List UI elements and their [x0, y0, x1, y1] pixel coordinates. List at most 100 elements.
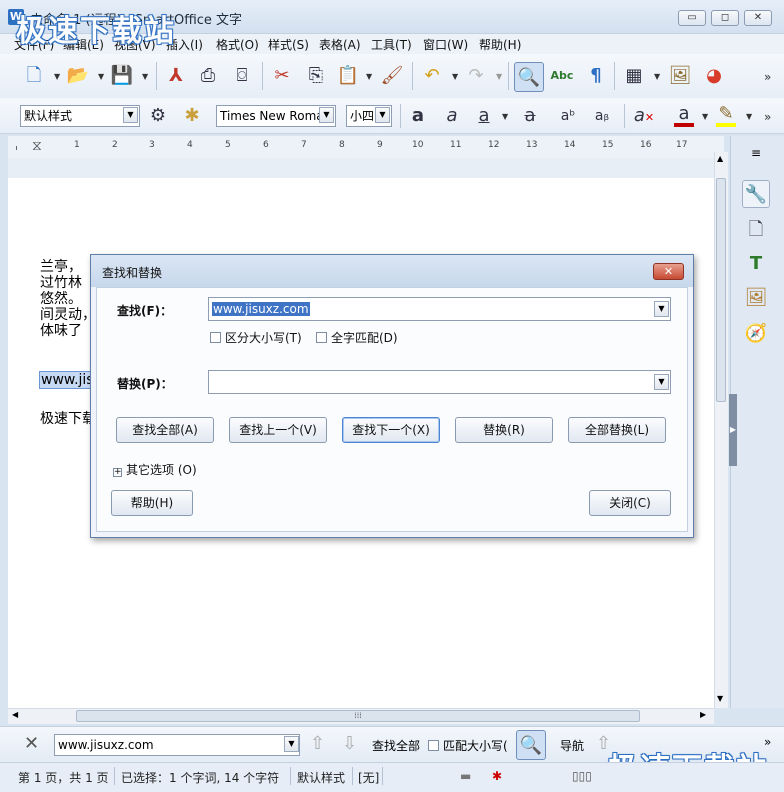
find-input[interactable]: www.jisuxz.com: [208, 297, 671, 321]
find-replace-icon[interactable]: 🔍: [514, 62, 544, 92]
subscript-icon[interactable]: aᵦ: [590, 104, 614, 128]
insert-chart-icon[interactable]: ◕: [702, 64, 726, 88]
navigator-icon[interactable]: 🧭: [742, 320, 770, 348]
chevron-down-icon[interactable]: ▼: [654, 374, 669, 390]
superscript-icon[interactable]: aᵇ: [556, 104, 580, 128]
language-status[interactable]: [无]: [358, 769, 379, 786]
chevron-down-icon[interactable]: ▼: [54, 72, 60, 81]
insert-image-icon[interactable]: 🖼: [668, 64, 692, 88]
scroll-down-icon[interactable]: ▼: [717, 694, 723, 703]
find-all-button[interactable]: 查找全部(A): [116, 417, 214, 443]
save-icon[interactable]: 💾: [110, 64, 134, 88]
ruler-tab-stop[interactable]: [16, 146, 17, 150]
horizontal-scroll-thumb[interactable]: ⁞⁞⁞: [76, 710, 640, 722]
chevron-down-icon[interactable]: ▼: [654, 72, 660, 81]
help-button[interactable]: 帮助(H): [111, 490, 193, 516]
close-dialog-button[interactable]: 关闭(C): [589, 490, 671, 516]
print-icon[interactable]: ⎙: [196, 64, 220, 88]
other-options-expander[interactable]: + 其它选项 (O): [113, 461, 197, 478]
chevron-down-icon[interactable]: ▼: [496, 72, 502, 81]
menu-window[interactable]: 窗口(W): [423, 36, 468, 53]
strikethrough-icon[interactable]: a: [518, 104, 542, 128]
horizontal-ruler[interactable]: ⧖ 1 2 3 4 5 6 7 8 9 10 11 12 13 14 15 16…: [8, 136, 724, 158]
find-toolbar-input[interactable]: www.jisuxz.com: [54, 734, 300, 756]
chevron-down-icon[interactable]: ▼: [123, 107, 138, 123]
copy-icon[interactable]: ⎘: [304, 64, 328, 88]
gallery-icon[interactable]: 🖼: [742, 284, 770, 312]
font-name-combo[interactable]: Times New Roma: [216, 105, 336, 127]
chevron-down-icon[interactable]: ▼: [319, 107, 334, 123]
new-document-icon[interactable]: 🗋: [22, 64, 46, 88]
find-next-icon[interactable]: ⇩: [342, 733, 357, 754]
redo-icon[interactable]: ↷: [464, 64, 488, 88]
chevron-down-icon[interactable]: ▼: [452, 72, 458, 81]
cut-icon[interactable]: ✂: [270, 64, 294, 88]
match-case-checkbox[interactable]: 区分大小写(T): [210, 329, 302, 346]
replace-all-button[interactable]: 全部替换(L): [568, 417, 666, 443]
toolbar-overflow-icon[interactable]: »: [764, 70, 771, 84]
formatting-marks-icon[interactable]: ¶: [584, 64, 608, 88]
page-count[interactable]: 第 1 页，共 1 页: [18, 769, 109, 786]
undo-icon[interactable]: ↶: [420, 64, 444, 88]
replace-button[interactable]: 替换(R): [455, 417, 553, 443]
chevron-down-icon[interactable]: ▼: [702, 112, 708, 121]
page-icon[interactable]: 🗋: [742, 216, 770, 244]
spellcheck-icon[interactable]: Abc: [550, 64, 574, 88]
export-pdf-icon[interactable]: ⅄: [164, 64, 188, 88]
format-painter-icon[interactable]: 🖌: [380, 64, 404, 88]
chevron-down-icon[interactable]: ▼: [654, 301, 669, 317]
find-replace-icon[interactable]: 🔍: [516, 730, 546, 760]
scroll-left-icon[interactable]: ◀: [12, 710, 18, 719]
paragraph-style-combo[interactable]: 默认样式: [20, 105, 140, 127]
table-icon[interactable]: ▦: [622, 64, 646, 88]
vertical-scroll-thumb[interactable]: [716, 178, 726, 402]
properties-wrench-icon[interactable]: 🔧: [742, 180, 770, 208]
close-window-button[interactable]: ✕: [744, 10, 772, 26]
minimize-button[interactable]: ▭: [678, 10, 706, 26]
find-all-button[interactable]: 查找全部: [372, 737, 420, 754]
styles-icon[interactable]: T: [742, 250, 770, 278]
close-find-toolbar-icon[interactable]: ✕: [24, 733, 39, 754]
replace-input[interactable]: [208, 370, 671, 394]
dialog-title-bar[interactable]: [91, 255, 693, 287]
match-case-checkbox[interactable]: 匹配大小写(: [428, 737, 508, 754]
find-next-button[interactable]: 查找下一个(X): [342, 417, 440, 443]
paste-icon[interactable]: 📋: [336, 64, 360, 88]
chevron-down-icon[interactable]: ▼: [284, 736, 299, 752]
italic-icon[interactable]: a: [440, 104, 464, 128]
open-folder-icon[interactable]: 📂: [66, 64, 90, 88]
chevron-down-icon[interactable]: ▼: [98, 72, 104, 81]
chevron-down-icon[interactable]: ▼: [142, 72, 148, 81]
sidebar-menu-icon[interactable]: ≡: [751, 146, 761, 160]
print-preview-icon[interactable]: ⌼: [230, 64, 254, 88]
menu-help[interactable]: 帮助(H): [479, 36, 521, 53]
chevron-down-icon[interactable]: ▼: [746, 112, 752, 121]
toolbar-overflow-icon[interactable]: »: [764, 110, 771, 124]
find-previous-button[interactable]: 查找上一个(V): [229, 417, 327, 443]
find-previous-icon[interactable]: ⇧: [310, 733, 325, 754]
clear-formatting-icon[interactable]: a✕: [632, 104, 656, 128]
underline-icon[interactable]: a: [472, 104, 496, 128]
new-style-icon[interactable]: ✱: [180, 104, 204, 128]
menu-styles[interactable]: 样式(S): [268, 36, 309, 53]
scroll-right-icon[interactable]: ▶: [700, 710, 706, 719]
menu-table[interactable]: 表格(A): [319, 36, 361, 53]
dialog-close-icon[interactable]: ✕: [653, 263, 684, 280]
selected-text[interactable]: www.jis: [39, 371, 96, 389]
navigate-button[interactable]: 导航: [560, 737, 584, 754]
maximize-button[interactable]: ◻: [711, 10, 739, 26]
menu-format[interactable]: 格式(O): [216, 36, 259, 53]
chevron-down-icon[interactable]: ▼: [375, 107, 390, 123]
chevron-down-icon[interactable]: ▼: [502, 112, 508, 121]
whole-word-checkbox[interactable]: 全字匹配(D): [316, 329, 398, 346]
view-layout-icon[interactable]: ▯▯▯: [572, 769, 592, 783]
menu-tools[interactable]: 工具(T): [371, 36, 412, 53]
page-style[interactable]: 默认样式: [297, 769, 345, 786]
scroll-up-icon[interactable]: ▲: [717, 154, 723, 163]
insert-mode-icon[interactable]: ▬: [460, 769, 471, 783]
update-style-icon[interactable]: ⚙: [146, 104, 170, 128]
bold-icon[interactable]: a: [406, 104, 430, 128]
indent-marker-icon[interactable]: ⧖: [32, 138, 42, 154]
sidebar-collapse-handle[interactable]: ▶: [729, 394, 737, 466]
chevron-down-icon[interactable]: ▼: [366, 72, 372, 81]
